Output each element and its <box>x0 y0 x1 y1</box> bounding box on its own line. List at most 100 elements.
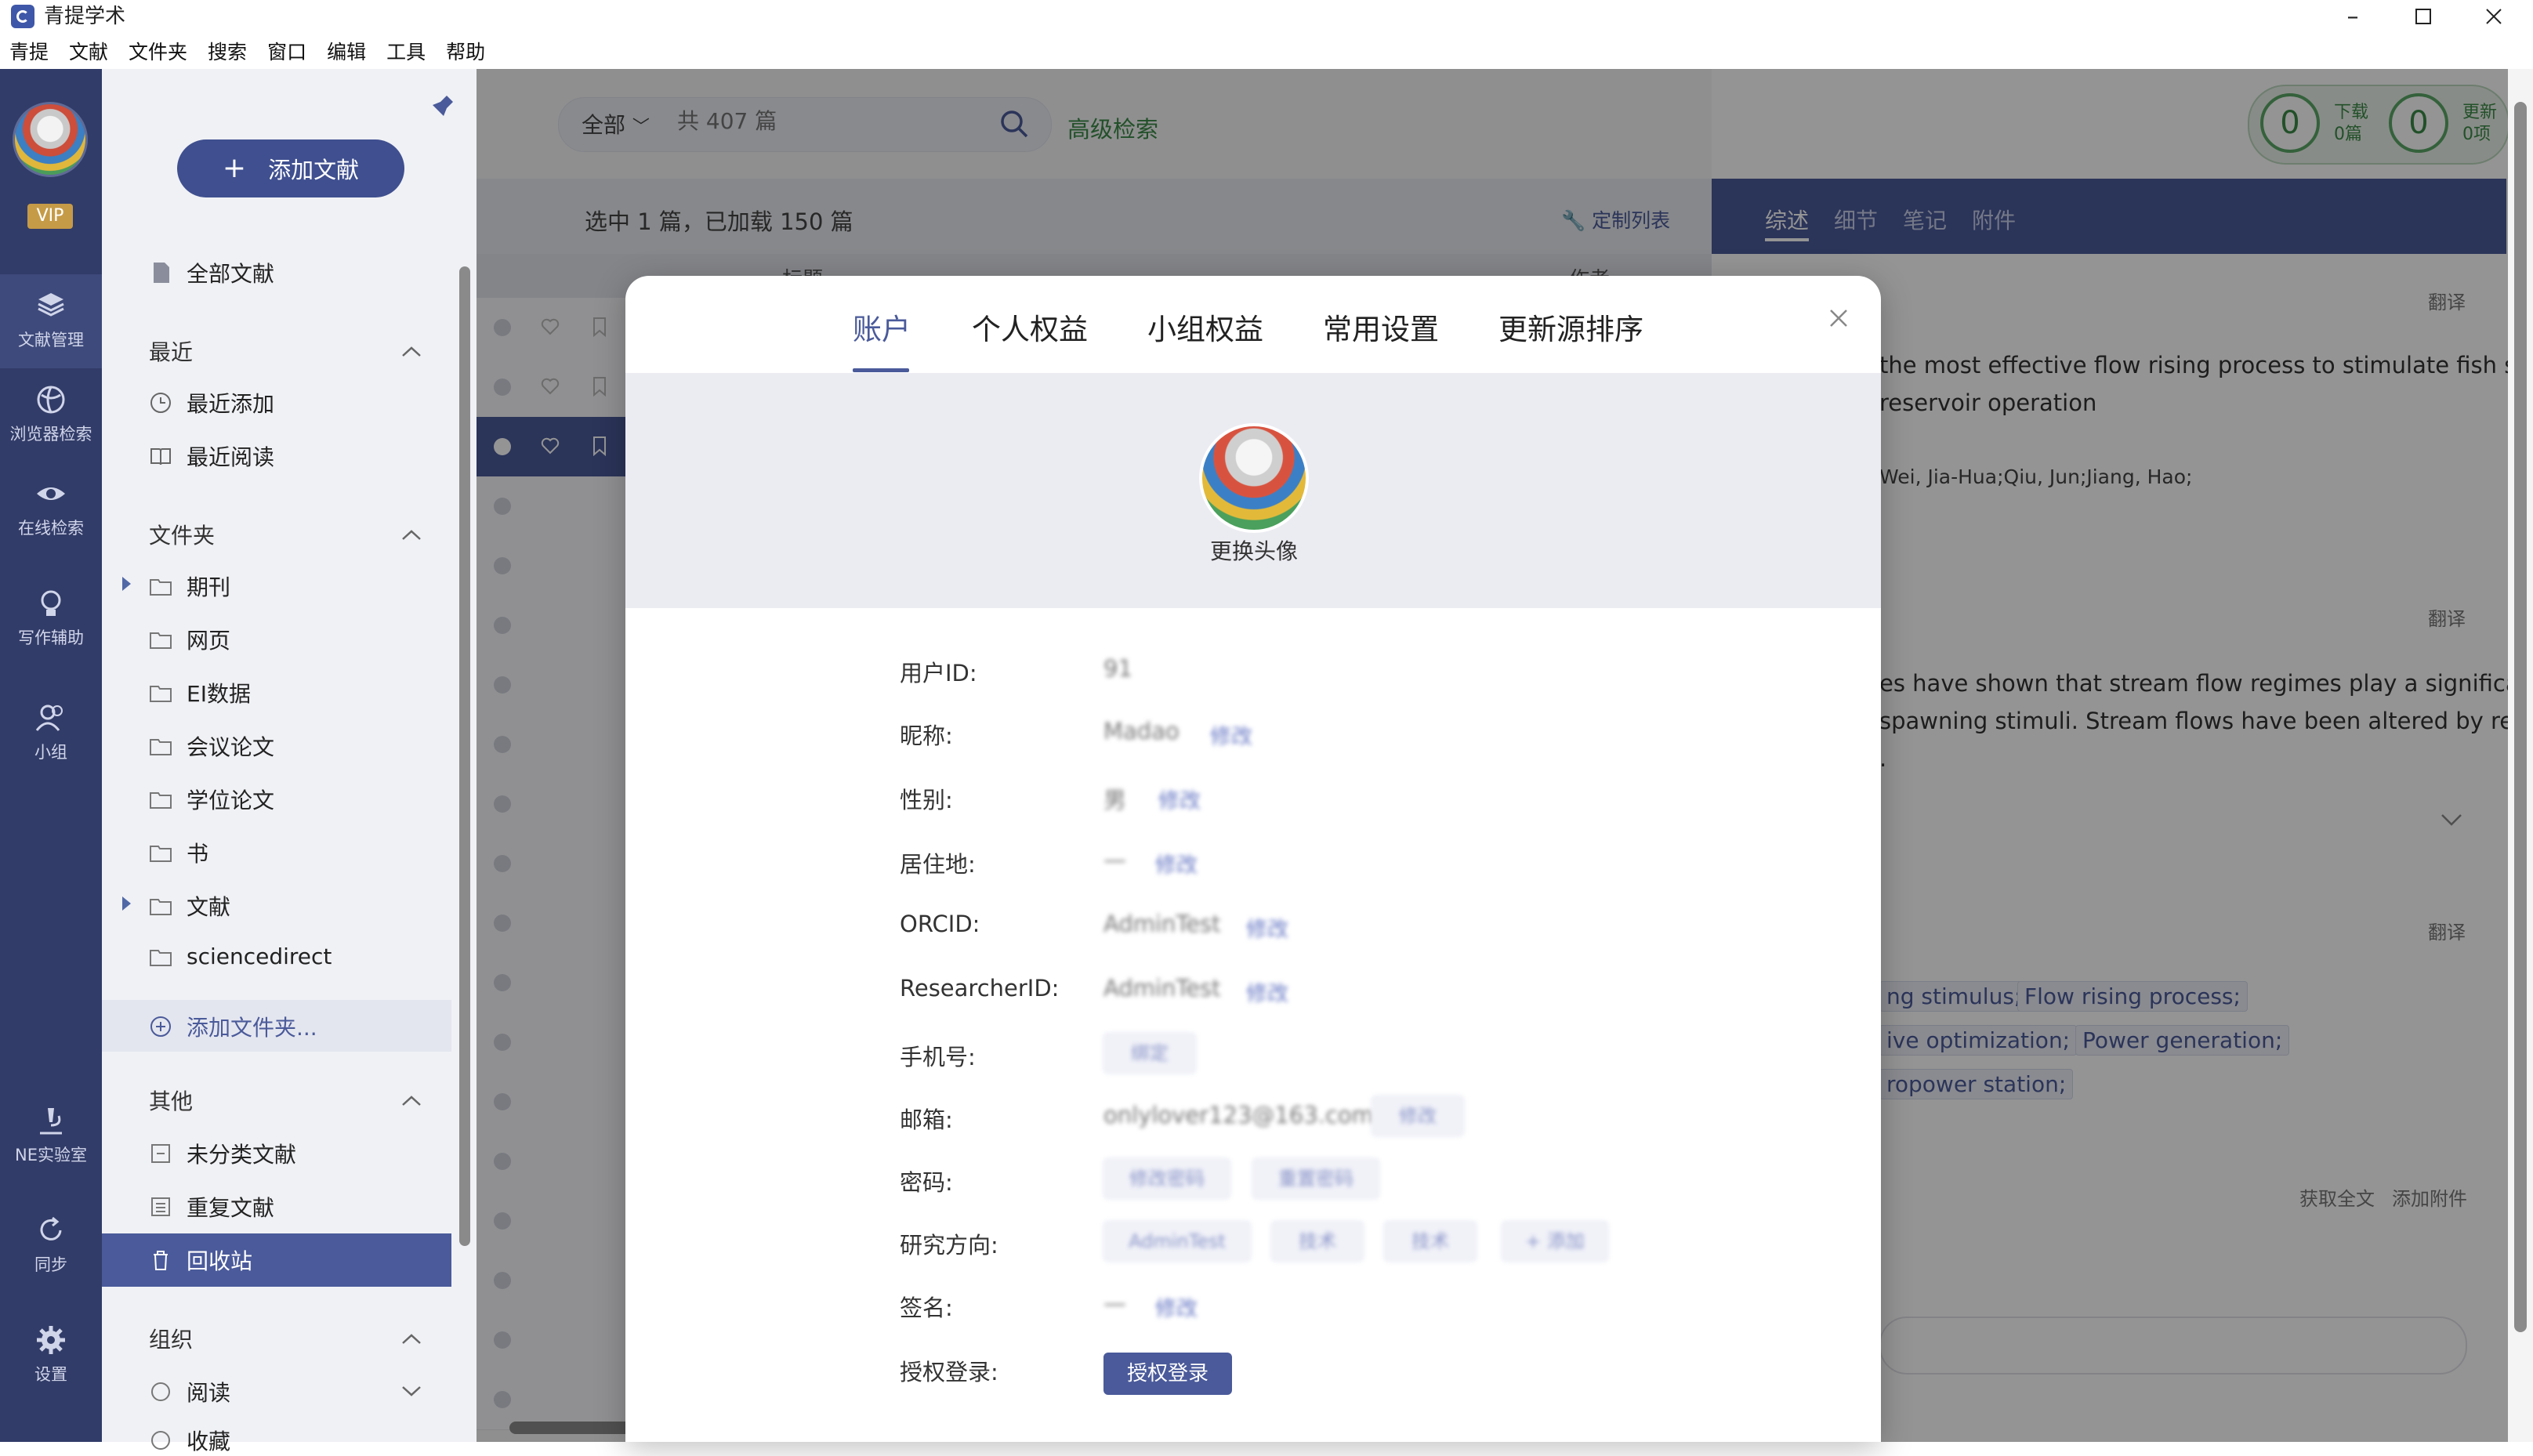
uncategorized-icon <box>151 1144 170 1163</box>
edit-orcid-link[interactable]: 修改 <box>1246 912 1288 943</box>
recent-read-item[interactable]: 最近阅读 <box>149 440 274 472</box>
email-label: 邮箱: <box>900 1106 953 1133</box>
change-password-button[interactable]: 修改密码 <box>1103 1158 1230 1199</box>
chevron-up-icon[interactable] <box>400 527 423 542</box>
rail-label: 同步 <box>34 1255 67 1274</box>
rail-item-settings[interactable]: 设置 <box>0 1324 102 1385</box>
recent-read-label: 最近阅读 <box>187 444 275 470</box>
gender-value: 男 <box>1103 787 1127 813</box>
folder-icon <box>150 739 172 755</box>
folder-item[interactable]: 学位论文 <box>149 784 274 815</box>
avatar[interactable] <box>1199 423 1309 533</box>
folder-item[interactable]: 期刊 <box>149 570 230 602</box>
folder-icon <box>150 949 172 966</box>
researcher-id-value: AdminTest <box>1103 975 1221 1001</box>
tab-common-settings[interactable]: 常用设置 <box>1323 306 1439 348</box>
pin-icon[interactable] <box>429 91 458 119</box>
reset-password-button[interactable]: 重置密码 <box>1252 1158 1379 1199</box>
menu-literature[interactable]: 文献 <box>69 37 108 65</box>
read-item[interactable]: 阅读 <box>149 1376 230 1407</box>
tab-account[interactable]: 账户 <box>853 306 911 348</box>
menu-bar: 青提 文献 文件夹 搜索 窗口 编辑 工具 帮助 <box>0 33 2533 69</box>
researcher-id-label: ResearcherID: <box>900 975 1060 1001</box>
rail-item-browser-search[interactable]: 浏览器检索 <box>0 384 102 445</box>
research-tag[interactable]: AdminTest <box>1103 1221 1251 1262</box>
add-research-tag-button[interactable]: + 添加 <box>1502 1221 1608 1262</box>
change-avatar-link[interactable]: 更换头像 <box>1174 534 1334 566</box>
expand-arrow-icon[interactable] <box>122 577 131 591</box>
rail-label: 在线检索 <box>18 519 84 538</box>
chevron-down-icon[interactable] <box>400 1382 423 1398</box>
rail-item-sync[interactable]: 同步 <box>0 1215 102 1276</box>
menu-search[interactable]: 搜索 <box>208 37 247 65</box>
chevron-up-icon[interactable] <box>400 343 423 359</box>
folder-icon <box>150 686 172 702</box>
nickname-label: 昵称: <box>900 723 953 749</box>
menu-tools[interactable]: 工具 <box>386 37 426 65</box>
tab-update-source-order[interactable]: 更新源排序 <box>1498 306 1643 348</box>
edit-email-button[interactable]: 修改 <box>1372 1096 1464 1136</box>
window-scrollbar-thumb[interactable] <box>2514 102 2527 1332</box>
rail-label: 写作辅助 <box>18 628 84 647</box>
research-tag[interactable]: 技术 <box>1271 1221 1364 1262</box>
folder-label: 书 <box>187 841 209 867</box>
expand-arrow-icon[interactable] <box>122 896 131 911</box>
folder-label: 会议论文 <box>187 734 275 760</box>
close-icon[interactable] <box>1825 304 1853 332</box>
edit-residence-link[interactable]: 修改 <box>1155 848 1198 878</box>
add-folder-button[interactable]: 添加文件夹... <box>149 1011 317 1042</box>
folder-icon <box>150 792 172 809</box>
lightbulb-icon <box>41 590 61 616</box>
rail-item-ne-lab[interactable]: NE实验室 <box>0 1105 102 1166</box>
rail-item-group[interactable]: 小组 <box>0 702 102 763</box>
research-tag[interactable]: 技术 <box>1384 1221 1477 1262</box>
rail-label: 浏览器检索 <box>9 425 92 444</box>
sync-icon <box>40 1216 62 1240</box>
browser-icon <box>37 386 65 414</box>
folder-item[interactable]: sciencedirect <box>149 944 332 969</box>
recycle-bin-item[interactable]: 回收站 <box>149 1244 252 1276</box>
all-documents-item[interactable]: 全部文献 <box>149 257 274 288</box>
folder-icon <box>150 579 172 596</box>
edit-gender-link[interactable]: 修改 <box>1158 784 1201 814</box>
folder-item[interactable]: 书 <box>149 837 208 868</box>
nav-rail: VIP 文献管理 浏览器检索 在线检索 写作辅助 小组 NE实验室 同步 设置 <box>0 69 102 1442</box>
auth-login-button[interactable]: 授权登录 <box>1103 1353 1232 1395</box>
tab-personal-benefits[interactable]: 个人权益 <box>972 306 1088 348</box>
minimize-icon[interactable]: – <box>2317 0 2389 33</box>
rail-label: 小组 <box>34 743 67 762</box>
menu-qingti[interactable]: 青提 <box>9 37 49 65</box>
residence-value: — <box>1103 846 1126 873</box>
edit-signature-link[interactable]: 修改 <box>1155 1291 1198 1322</box>
edit-researcher-id-link[interactable]: 修改 <box>1246 976 1288 1007</box>
rail-item-online-search[interactable]: 在线检索 <box>0 478 102 539</box>
menu-edit[interactable]: 编辑 <box>327 37 366 65</box>
folder-item[interactable]: 文献 <box>149 890 230 922</box>
add-document-button[interactable]: + 添加文献 <box>177 139 404 197</box>
menu-folder[interactable]: 文件夹 <box>129 37 187 65</box>
close-window-icon[interactable] <box>2458 0 2530 33</box>
chevron-up-icon[interactable] <box>400 1331 423 1346</box>
clock-icon <box>150 393 171 413</box>
folder-scrollbar[interactable] <box>459 266 470 1246</box>
edit-nickname-link[interactable]: 修改 <box>1210 719 1252 750</box>
recent-added-item[interactable]: 最近添加 <box>149 387 274 418</box>
folder-item[interactable]: 网页 <box>149 624 230 655</box>
chevron-up-icon[interactable] <box>400 1092 423 1108</box>
orcid-label: ORCID: <box>900 911 980 937</box>
rail-item-document-management[interactable]: 文献管理 <box>0 274 102 368</box>
avatar[interactable] <box>13 102 88 177</box>
maximize-icon[interactable] <box>2387 0 2459 33</box>
duplicates-item[interactable]: 重复文献 <box>149 1191 274 1222</box>
menu-window[interactable]: 窗口 <box>267 37 306 65</box>
tab-group-benefits[interactable]: 小组权益 <box>1147 306 1263 348</box>
favorite-item[interactable]: 收藏 <box>149 1425 230 1456</box>
circle-icon <box>151 1382 170 1401</box>
folder-item[interactable]: EI数据 <box>149 677 251 708</box>
uncategorized-item[interactable]: 未分类文献 <box>149 1138 296 1169</box>
folder-item[interactable]: 会议论文 <box>149 730 274 762</box>
rail-item-writing-assist[interactable]: 写作辅助 <box>0 588 102 649</box>
research-direction-label: 研究方向: <box>900 1232 998 1259</box>
menu-help[interactable]: 帮助 <box>446 37 485 65</box>
bind-phone-button[interactable]: 绑定 <box>1103 1033 1196 1074</box>
